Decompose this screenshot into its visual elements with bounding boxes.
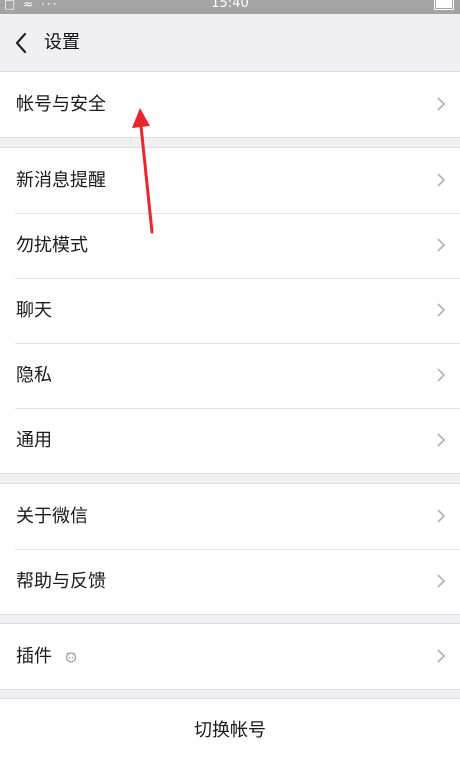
status-bar: □ ≈ ··· 15:40 [0,0,460,14]
settings-row-help-feedback[interactable]: 帮助与反馈 [0,549,460,614]
general-group: 新消息提醒 勿扰模式 聊天 隐私 通用 [0,147,460,474]
chevron-right-icon [436,237,446,253]
settings-row-privacy[interactable]: 隐私 [0,343,460,408]
battery-icon [434,0,454,10]
switch-account-button[interactable]: 切换帐号 [0,698,460,764]
row-label: 插件 [16,646,52,667]
settings-row-chat[interactable]: 聊天 [0,278,460,343]
chevron-right-icon [436,573,446,589]
settings-row-account-security[interactable]: 帐号与安全 [0,72,460,137]
row-label: 通用 [16,430,52,451]
settings-row-about-wechat[interactable]: 关于微信 [0,484,460,549]
plugin-badge-icon [64,649,78,663]
navigation-bar: 设置 [0,14,460,72]
row-label: 新消息提醒 [16,170,106,191]
status-time: 15:40 [211,0,249,11]
settings-row-do-not-disturb[interactable]: 勿扰模式 [0,213,460,278]
chevron-right-icon [436,508,446,524]
plugins-group: 插件 [0,623,460,690]
page-title: 设置 [44,32,80,53]
row-label: 关于微信 [16,506,88,527]
row-label: 勿扰模式 [16,235,88,256]
chevron-right-icon [436,432,446,448]
account-group: 帐号与安全 [0,71,460,138]
chevron-right-icon [436,172,446,188]
chevron-right-icon [436,367,446,383]
row-label: 聊天 [16,300,52,321]
row-label: 帮助与反馈 [16,571,106,592]
row-label: 帐号与安全 [16,94,106,115]
chevron-right-icon [436,96,446,112]
about-group: 关于微信 帮助与反馈 [0,483,460,615]
row-label: 隐私 [16,365,52,386]
settings-row-new-message-alerts[interactable]: 新消息提醒 [0,148,460,213]
chevron-right-icon [436,648,446,664]
chevron-right-icon [436,302,446,318]
settings-row-general[interactable]: 通用 [0,408,460,473]
settings-row-plugins[interactable]: 插件 [0,624,460,689]
back-arrow-icon[interactable] [12,31,34,55]
